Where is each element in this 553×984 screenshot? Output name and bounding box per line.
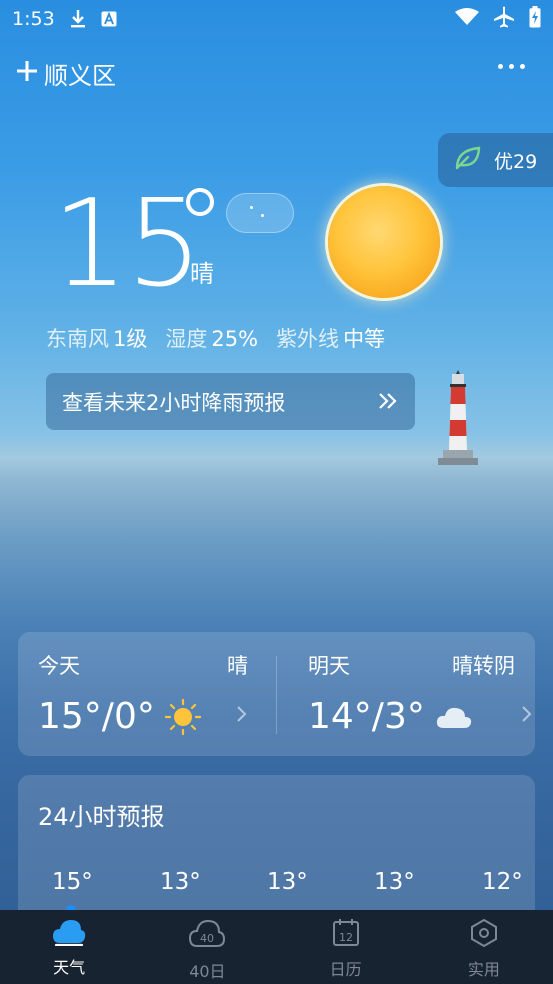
bottom-navigation: 天气 40 40日 12 日历 实用 xyxy=(0,910,553,984)
daily-forecast-card: 今天 晴 15°/0° 明天 晴转阴 14°/3° xyxy=(18,632,535,756)
weather-animation-toggle[interactable] xyxy=(226,193,294,233)
cloud-icon xyxy=(52,918,86,950)
a-badge-icon xyxy=(101,11,117,27)
wifi-icon xyxy=(455,8,479,30)
nav-40-day[interactable]: 40 40日 xyxy=(138,910,276,984)
location-header: 顺义区 xyxy=(16,56,116,90)
aqi-badge[interactable]: 优29 xyxy=(438,133,553,187)
rain-forecast-banner[interactable]: 查看未来2小时降雨预报 xyxy=(46,373,415,430)
svg-text:40: 40 xyxy=(200,932,214,945)
tomorrow-forecast[interactable]: 明天 晴转阴 14°/3° xyxy=(277,632,535,756)
plus-icon[interactable] xyxy=(16,58,38,88)
sun-icon xyxy=(328,186,440,298)
nav-tools[interactable]: 实用 xyxy=(415,910,553,984)
current-temperature: 15 xyxy=(52,175,203,314)
double-chevron-right-icon xyxy=(377,391,399,416)
tomorrow-label: 明天 xyxy=(308,654,350,678)
cloud-icon xyxy=(435,704,473,734)
wind-info: 东南风 1级 xyxy=(46,327,148,351)
lighthouse-illustration xyxy=(438,370,478,469)
hour-temp: 13° xyxy=(374,869,415,895)
uv-info: 紫外线 中等 xyxy=(276,327,386,351)
nav-label: 40日 xyxy=(189,962,226,981)
leaf-icon xyxy=(454,145,482,175)
location-name[interactable]: 顺义区 xyxy=(44,56,116,91)
degree-symbol xyxy=(186,188,214,216)
weather-details: 东南风 1级 湿度 25% 紫外线 中等 xyxy=(46,323,385,353)
hexagon-icon xyxy=(469,918,499,952)
chevron-right-icon xyxy=(236,704,248,728)
battery-charging-icon xyxy=(529,6,541,32)
more-dots-icon[interactable] xyxy=(498,64,525,69)
cloud-40-icon: 40 xyxy=(189,918,226,954)
hour-temp: 15° xyxy=(52,869,93,895)
tomorrow-range: 14°/3° xyxy=(308,696,425,737)
download-icon xyxy=(69,9,87,29)
nav-label: 实用 xyxy=(467,960,500,979)
hour-temp: 13° xyxy=(160,869,201,895)
status-time: 1:53 xyxy=(12,8,55,30)
hour-temp: 12° xyxy=(482,869,523,895)
calendar-icon: 12 xyxy=(331,918,361,952)
aqi-label: 优29 xyxy=(494,150,538,173)
sun-icon xyxy=(164,698,202,740)
nav-calendar[interactable]: 12 日历 xyxy=(277,910,415,984)
rain-forecast-text: 查看未来2小时降雨预报 xyxy=(62,390,286,415)
hourly-title: 24小时预报 xyxy=(38,803,165,831)
nav-weather[interactable]: 天气 xyxy=(0,910,138,984)
nav-label: 日历 xyxy=(329,960,362,979)
today-condition: 晴 xyxy=(227,654,248,678)
chevron-right-icon xyxy=(521,704,533,728)
tomorrow-condition: 晴转阴 xyxy=(452,654,515,678)
svg-text:12: 12 xyxy=(339,931,353,944)
airplane-icon xyxy=(493,6,515,32)
nav-label: 天气 xyxy=(53,958,86,977)
humidity-info: 湿度 25% xyxy=(165,327,259,351)
today-range: 15°/0° xyxy=(38,696,155,737)
today-forecast[interactable]: 今天 晴 15°/0° xyxy=(18,632,276,756)
hourly-forecast-card[interactable]: 24小时预报 15° 13° 13° 13° 12° xyxy=(18,775,535,925)
current-condition: 晴 xyxy=(190,260,214,288)
today-label: 今天 xyxy=(38,654,80,678)
status-bar: 1:53 xyxy=(0,0,553,38)
hour-temp: 13° xyxy=(267,869,308,895)
